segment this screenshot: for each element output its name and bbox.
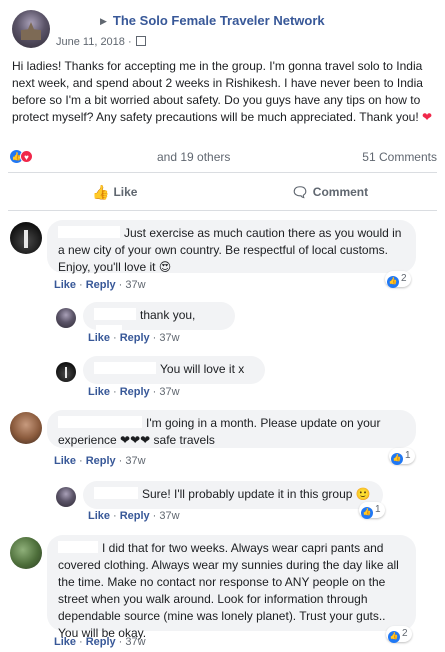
- reply-like-link[interactable]: Like: [88, 386, 110, 398]
- comments-list: Just exercise as much caution there as y…: [0, 212, 445, 652]
- comment-button[interactable]: 🗨 Comment: [291, 184, 368, 201]
- comment-like-link[interactable]: Like: [54, 279, 76, 291]
- comment-reply-link[interactable]: Reply: [86, 636, 116, 648]
- reply-actions: Like · Reply · 37w: [88, 510, 180, 522]
- thumbs-up-icon: 👍: [92, 184, 110, 200]
- comment-like-count[interactable]: 👍 1: [389, 448, 415, 465]
- comment-actions: Like · Reply · 37w: [54, 279, 146, 291]
- reply-time[interactable]: 37w: [159, 510, 179, 522]
- replier-avatar[interactable]: [56, 487, 76, 507]
- comment-time[interactable]: 37w: [125, 636, 145, 648]
- comment-like-link[interactable]: Like: [54, 455, 76, 467]
- commenter-avatar[interactable]: [10, 537, 42, 569]
- comment-text: I did that for two weeks. Always wear ca…: [58, 541, 399, 640]
- comment-time[interactable]: 37w: [125, 279, 145, 291]
- reply-reply-link[interactable]: Reply: [120, 386, 150, 398]
- post-header: ▶ The Solo Female Traveler Network June 1…: [8, 8, 438, 52]
- reply-time[interactable]: 37w: [159, 386, 179, 398]
- replier-avatar[interactable]: [56, 308, 76, 328]
- group-name[interactable]: The Solo Female Traveler Network: [113, 13, 325, 28]
- post-body: Hi ladies! Thanks for accepting me in th…: [12, 58, 437, 126]
- divider: [8, 172, 437, 173]
- replier-avatar[interactable]: [56, 362, 76, 382]
- reply-bubble: Sure! I'll probably update it in this gr…: [83, 481, 383, 509]
- commenter-name[interactable]: [58, 541, 98, 553]
- reactions-others-count[interactable]: and 19 others: [157, 150, 230, 164]
- comment-bubble-icon: 🗨: [291, 184, 309, 200]
- post-text: Hi ladies! Thanks for accepting me in th…: [12, 59, 423, 124]
- commenter-name[interactable]: [58, 416, 142, 428]
- like-reaction-icon: 👍: [391, 453, 403, 465]
- reply-bubble: You will love it x: [83, 356, 265, 384]
- heart-emoji: ❤: [422, 110, 433, 124]
- reply-reply-link[interactable]: Reply: [120, 332, 150, 344]
- commenter-name[interactable]: [58, 226, 120, 238]
- comment-button-label: Comment: [312, 185, 369, 199]
- comment-bubble: Just exercise as much caution there as y…: [47, 220, 416, 274]
- reply-like-link[interactable]: Like: [88, 332, 110, 344]
- reply-text: thank you,: [140, 308, 196, 322]
- reactions-bar: 👍 ♥ and 19 others 51 Comments: [10, 148, 437, 166]
- reply-time[interactable]: 37w: [159, 332, 179, 344]
- reply-text: You will love it x: [160, 362, 245, 376]
- comments-count[interactable]: 51 Comments: [362, 150, 437, 164]
- comment-actions: Like · Reply · 37w: [54, 455, 146, 467]
- reply-actions: Like · Reply · 37w: [88, 386, 180, 398]
- commenter-avatar[interactable]: [10, 222, 42, 254]
- reply-reply-link[interactable]: Reply: [120, 510, 150, 522]
- reply-text: Sure! I'll probably update it in this gr…: [142, 487, 371, 501]
- privacy-group-icon: [135, 36, 146, 46]
- replier-name[interactable]: [94, 362, 156, 374]
- comment-reply-link[interactable]: Reply: [86, 279, 116, 291]
- commenter-avatar[interactable]: [10, 412, 42, 444]
- reply-like-link[interactable]: Like: [88, 510, 110, 522]
- comment-bubble: I did that for two weeks. Always wear ca…: [47, 535, 416, 640]
- author-avatar[interactable]: [12, 10, 50, 48]
- like-reaction-icon: 👍: [387, 276, 399, 288]
- post-actions: 👍 Like 🗨 Comment: [8, 178, 437, 208]
- comment-like-count[interactable]: 👍 2: [386, 626, 412, 643]
- divider: [8, 210, 437, 211]
- like-button-label: Like: [113, 185, 138, 199]
- comment-bubble: I'm going in a month. Please update on y…: [47, 410, 416, 448]
- replier-name[interactable]: [94, 487, 138, 499]
- comment-time[interactable]: 37w: [125, 455, 145, 467]
- group-name-link[interactable]: ▶ The Solo Female Traveler Network: [100, 13, 325, 28]
- post-date[interactable]: June 11, 2018 ·: [56, 36, 132, 48]
- like-reaction-icon: 👍: [361, 507, 373, 519]
- comment-like-link[interactable]: Like: [54, 636, 76, 648]
- love-reaction-icon[interactable]: ♥: [20, 150, 33, 163]
- comment-like-count[interactable]: 👍 2: [385, 271, 411, 288]
- reply-actions: Like · Reply · 37w: [88, 332, 180, 344]
- caret-right-icon: ▶: [100, 16, 107, 26]
- comment-actions: Like · Reply · 37w: [54, 636, 146, 648]
- like-button[interactable]: 👍 Like: [92, 184, 137, 201]
- post-meta: June 11, 2018 ·: [56, 36, 146, 48]
- comment-reply-link[interactable]: Reply: [86, 455, 116, 467]
- reply-bubble: thank you,: [83, 302, 235, 337]
- reply-like-count[interactable]: 👍 1: [359, 502, 385, 519]
- like-reaction-icon: 👍: [388, 631, 400, 643]
- replier-name[interactable]: [94, 308, 136, 320]
